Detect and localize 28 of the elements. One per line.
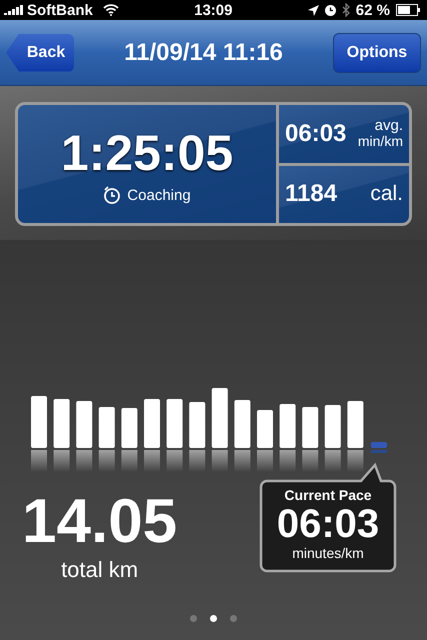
nav-title: 11/09/14 11:16: [124, 38, 283, 66]
bluetooth-icon: [342, 3, 350, 17]
distance-value: 14.05: [22, 491, 178, 553]
calories-unit: cal.: [370, 182, 403, 206]
avg-pace-value: 06:03: [285, 120, 346, 148]
duration-value: 1:25:05: [60, 124, 234, 182]
options-button[interactable]: Options: [332, 32, 421, 72]
battery-icon: [396, 4, 421, 16]
clock-time: 13:09: [194, 2, 232, 18]
carrier-name: SoftBank: [27, 2, 93, 18]
timer-icon: [103, 186, 122, 204]
calories-value: 1184: [285, 180, 338, 208]
current-pace-unit: minutes/km: [292, 545, 364, 561]
page-dot[interactable]: [230, 615, 237, 622]
current-pace-value: 06:03: [276, 503, 380, 545]
signal-icon: [4, 5, 24, 15]
page-dot[interactable]: [210, 615, 217, 622]
pace-unit-top: avg.: [374, 118, 403, 134]
location-arrow-icon: [308, 4, 319, 16]
current-pace-title: Current Pace: [284, 487, 372, 503]
wifi-icon: [102, 4, 119, 16]
back-button[interactable]: Back: [6, 34, 74, 72]
alarm-clock-icon: [324, 4, 336, 16]
distance-unit: total km: [61, 557, 138, 583]
battery-percent: 62 %: [356, 2, 390, 18]
pace-unit-bottom: min/km: [358, 134, 403, 150]
coaching-label: Coaching: [127, 186, 191, 204]
page-dot[interactable]: [190, 615, 197, 622]
